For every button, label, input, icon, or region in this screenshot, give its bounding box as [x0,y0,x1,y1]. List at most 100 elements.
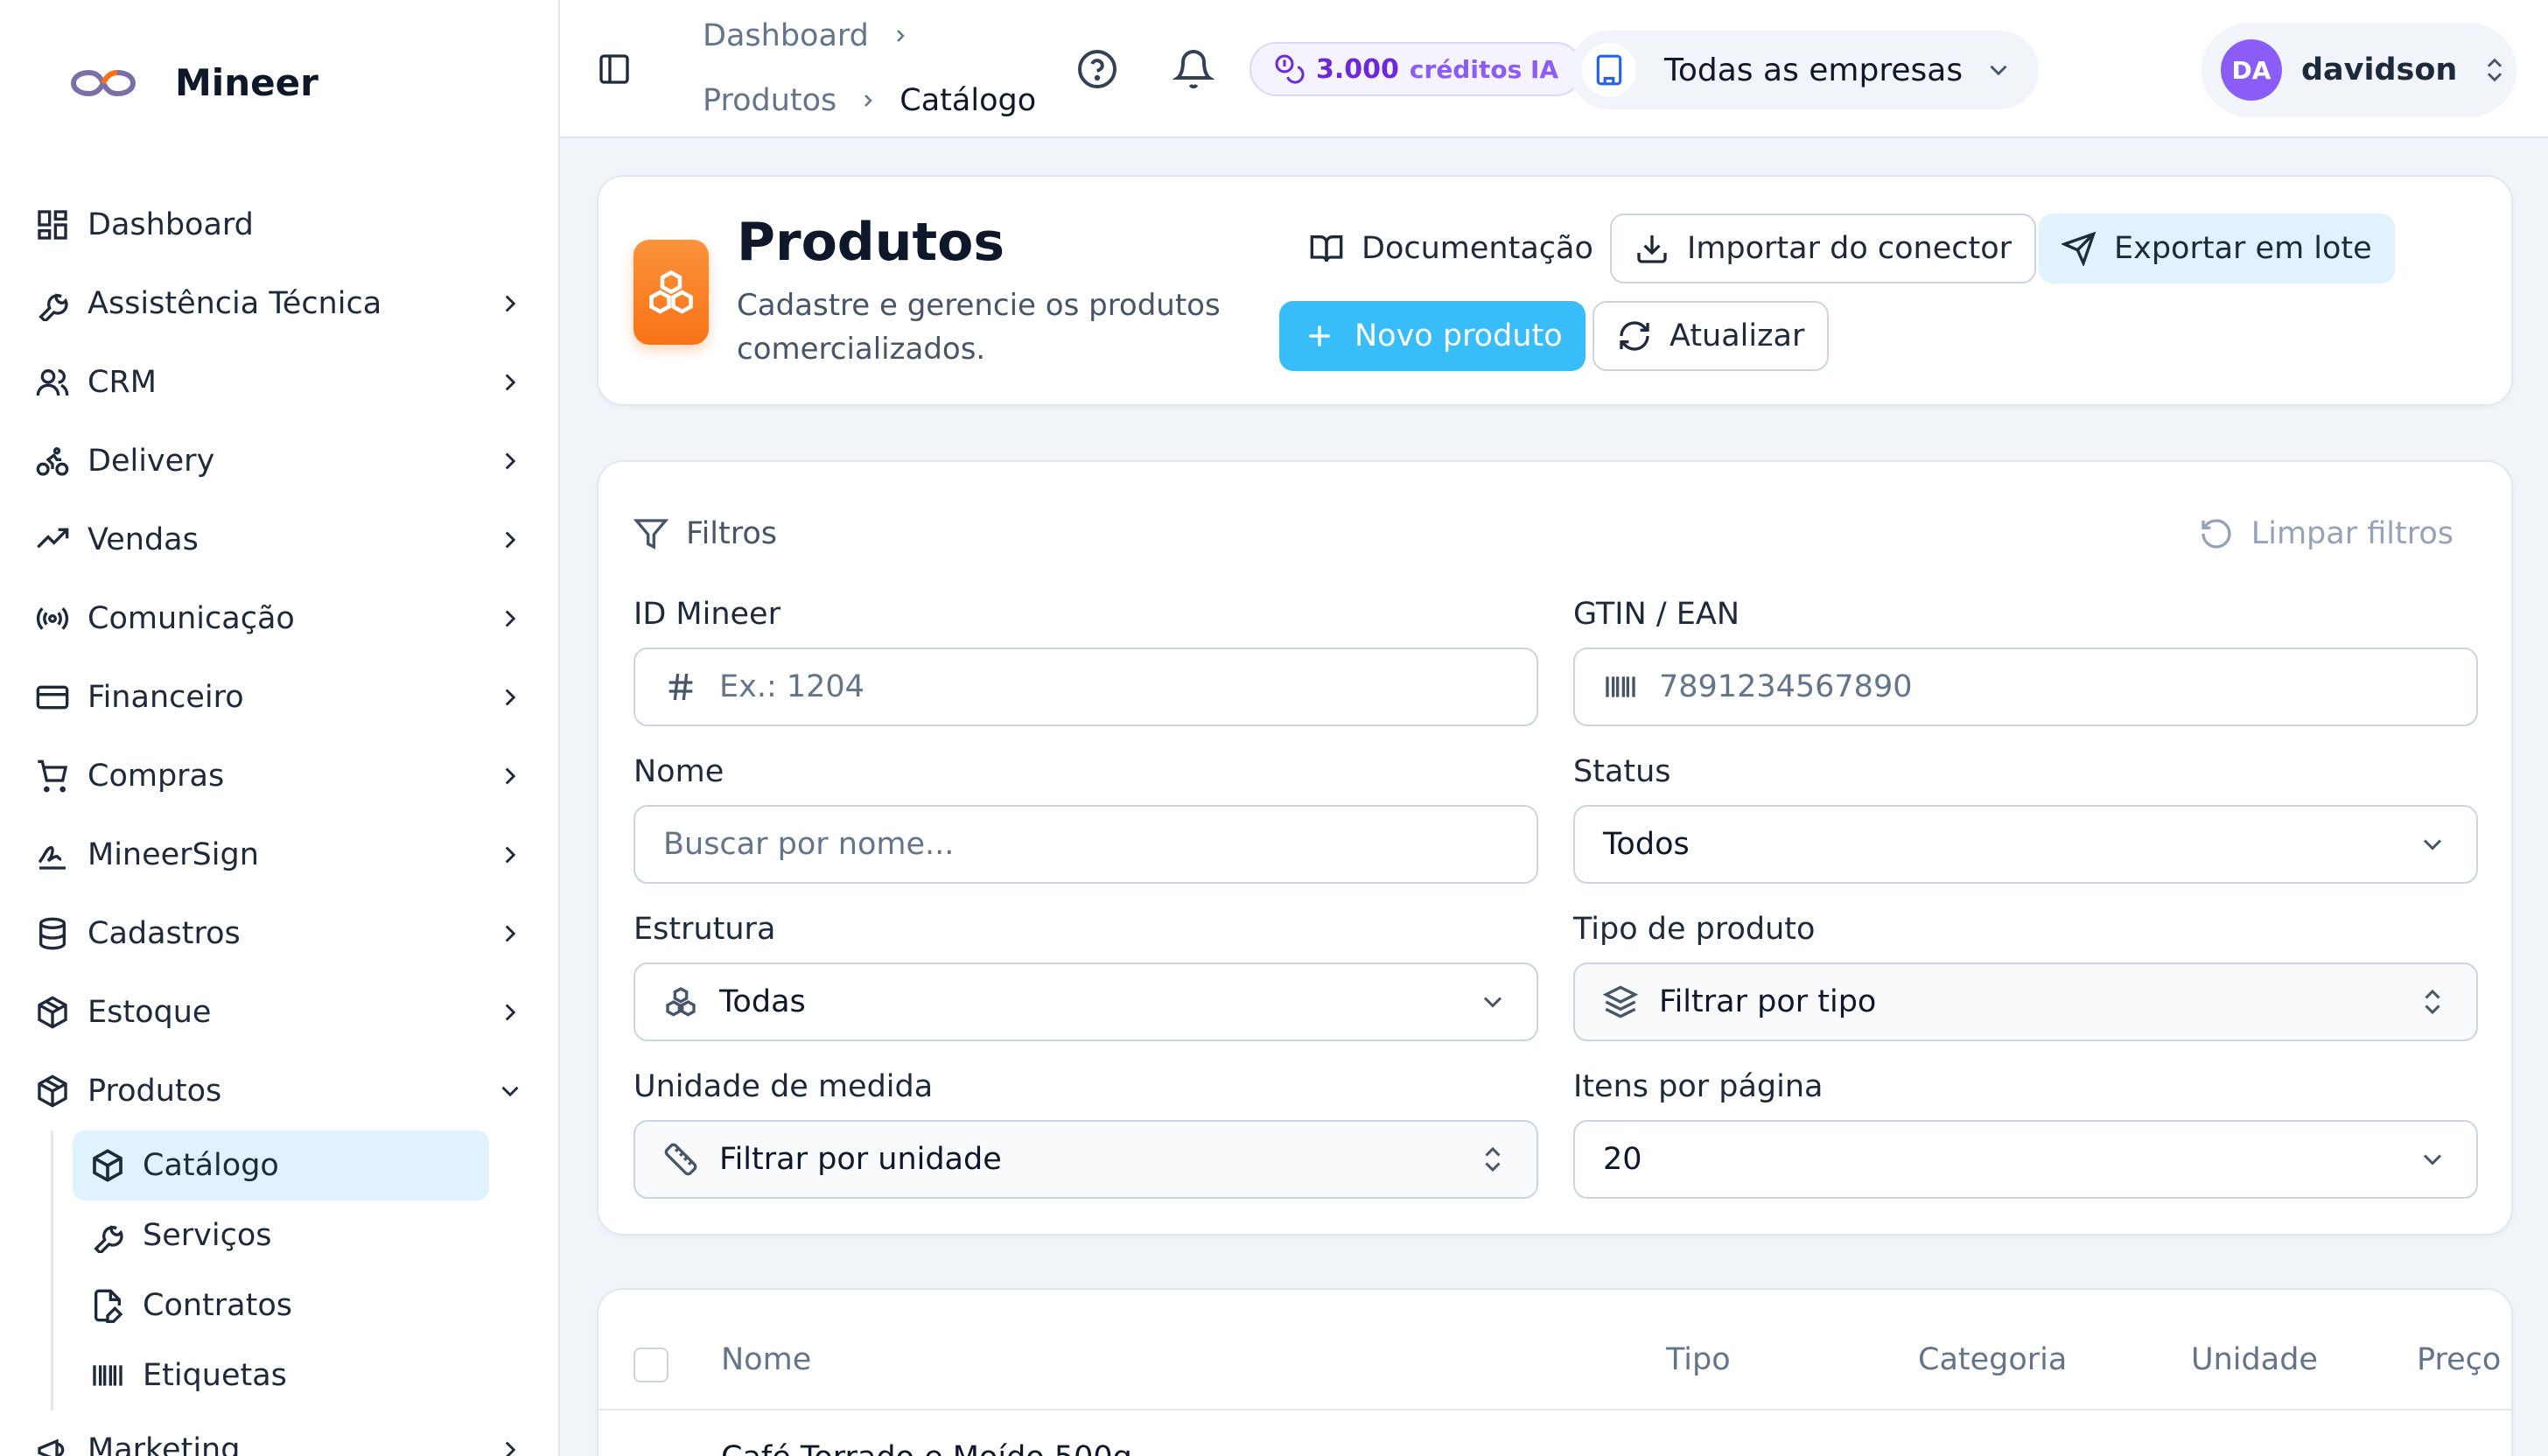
sidebar-item-assistencia-tecnica[interactable]: Assistência Técnica [0,264,558,343]
filters-header: Filtros [634,516,777,551]
import-connector-button[interactable]: Importar do conector [1610,214,2037,284]
column-header-categoria[interactable]: Categoria [1918,1342,2067,1377]
id-mineer-field[interactable] [634,648,1538,726]
chevron-right-icon [505,846,516,864]
product-type-label: Tipo de produto [1573,912,1816,947]
select-all-checkbox[interactable] [634,1348,668,1382]
column-header-unidade[interactable]: Unidade [2191,1342,2318,1377]
status-label: Status [1573,754,1671,789]
gtin-ean-label: GTIN / EAN [1573,597,1740,632]
sidebar-item-label: Dashboard [88,207,254,242]
sidebar-subitem-servicos[interactable]: Serviços [73,1200,489,1270]
users-icon [36,369,69,396]
radio-icon [36,607,69,630]
sidebar-item-vendas[interactable]: Vendas [0,500,558,579]
company-selector-label: Todas as empresas [1664,52,1964,88]
breadcrumb-catalogo: Catálogo [900,83,1037,118]
column-header-tipo[interactable]: Tipo [1666,1342,1731,1377]
gtin-ean-input[interactable] [1659,669,2448,704]
sidebar-item-compras[interactable]: Compras [0,737,558,816]
chevron-right-icon [897,30,905,42]
name-label: Nome [634,754,724,789]
ai-credits-badge[interactable]: 3.000 créditos IA [1250,42,1584,96]
hash-icon [668,673,693,701]
refresh-button[interactable]: Atualizar [1592,301,1830,371]
products-table: Nome Tipo Categoria Unidade Preço Café T… [597,1288,2513,1456]
sidebar-subitem-label: Serviços [143,1218,272,1253]
documentation-button[interactable]: Documentação [1286,214,1616,284]
items-per-page-select[interactable]: 20 [1573,1120,2478,1199]
sidebar-item-crm[interactable]: CRM [0,343,558,422]
sidebar-item-label: Produtos [88,1074,222,1109]
brand-name: Mineer [175,61,318,104]
sidebar-item-label: Marketing [88,1432,241,1456]
chevrons-up-down-icon [1485,1146,1501,1172]
package-icon [38,996,67,1029]
product-type-select[interactable]: Filtrar por tipo [1573,962,2478,1041]
barcode-icon [1606,676,1635,697]
new-product-button[interactable]: Novo produto [1279,301,1586,371]
sidebar-subitem-etiquetas[interactable]: Etiquetas [73,1340,489,1410]
breadcrumb-dashboard[interactable]: Dashboard [703,18,869,53]
sidebar-item-financeiro[interactable]: Financeiro [0,658,558,737]
file-pen-icon [94,1289,123,1323]
breadcrumb-produtos[interactable]: Produtos [703,83,836,118]
shopping-cart-icon [38,760,68,793]
sidebar-item-label: Assistência Técnica [88,286,382,321]
bulk-export-button[interactable]: Exportar em lote [2039,214,2395,284]
megaphone-icon [38,1438,65,1456]
unit-select[interactable]: Filtrar por unidade [634,1120,1538,1199]
sidebar-item-mineersign[interactable]: MineerSign [0,816,558,894]
name-input[interactable] [663,827,1508,862]
chevron-right-icon [505,295,516,312]
help-circle-icon[interactable] [1076,48,1118,90]
gtin-ean-field[interactable] [1573,648,2478,726]
wrench-icon [38,293,68,321]
sidebar-item-label: CRM [88,365,157,400]
structure-label: Estrutura [634,912,776,947]
book-open-icon [1310,235,1343,262]
company-selector[interactable]: Todas as empresas [1570,31,2039,109]
brand[interactable]: Mineer [70,61,318,104]
import-connector-button-label: Importar do conector [1687,231,2012,266]
column-header-preco[interactable]: Preço [2417,1342,2501,1377]
structure-select[interactable]: Todas [634,962,1538,1041]
chevron-right-icon [505,1004,516,1021]
id-mineer-label: ID Mineer [634,597,780,632]
produtos-subnav: Catálogo Serviços Contratos Etiquetas [51,1130,558,1410]
sidebar-subitem-contratos[interactable]: Contratos [73,1270,489,1340]
sidebar-item-comunicacao[interactable]: Comunicação [0,579,558,658]
sidebar-item-marketing[interactable]: Marketing [0,1410,558,1456]
sidebar: Mineer Dashboard Assistência Técnica CRM… [0,0,560,1456]
sidebar-item-cadastros[interactable]: Cadastros [0,894,558,973]
credit-card-icon [36,685,69,710]
chevron-down-icon [1483,997,1502,1008]
items-per-page-value: 20 [1603,1142,1642,1177]
chevron-right-icon [505,610,516,627]
filters-title: Filtros [686,516,778,551]
sidebar-item-label: Vendas [88,522,199,557]
sidebar-item-delivery[interactable]: Delivery [0,422,558,500]
ruler-icon [664,1143,697,1176]
column-header-nome[interactable]: Nome [721,1342,811,1377]
user-menu[interactable]: DA davidson [2202,23,2516,117]
breadcrumb: Dashboard Produtos Catálogo [703,16,1036,121]
chevron-right-icon [505,767,516,785]
sidebar-toggle-icon[interactable] [597,52,632,87]
chevron-right-icon [505,374,516,391]
bell-icon[interactable] [1172,48,1214,90]
chevron-right-icon [505,689,516,706]
chevron-right-icon [505,1441,516,1456]
status-select[interactable]: Todos [1573,805,2478,884]
chevron-down-icon [501,1086,519,1097]
sidebar-item-dashboard[interactable]: Dashboard [0,186,558,264]
sidebar-item-produtos[interactable]: Produtos [0,1052,558,1130]
chevrons-up-down-icon [2425,989,2440,1015]
chevron-right-icon [505,925,516,942]
name-field[interactable] [634,805,1538,884]
id-mineer-input[interactable] [719,669,1508,704]
clear-filters-button[interactable]: Limpar filtros [2199,516,2454,551]
sidebar-subitem-catalogo[interactable]: Catálogo [73,1130,489,1200]
table-row-name[interactable]: Café Torrado e Moído 500g [721,1440,1132,1456]
sidebar-item-estoque[interactable]: Estoque [0,973,558,1052]
